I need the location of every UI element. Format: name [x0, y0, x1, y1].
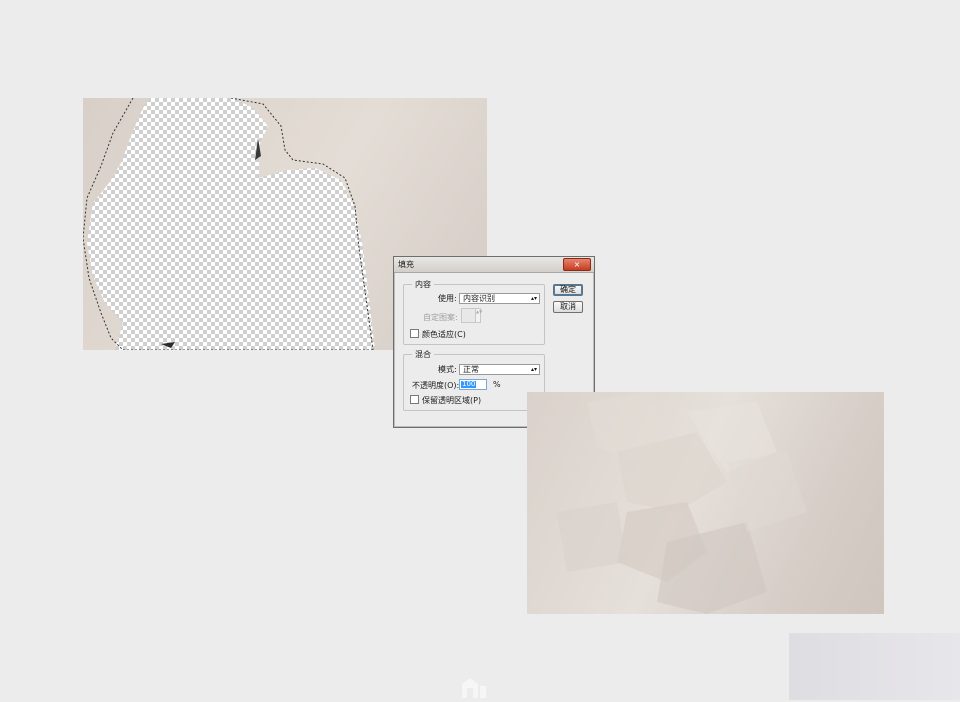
filled-texture [557, 392, 807, 614]
color-adapt-label: 颜色适应(C) [422, 330, 466, 339]
spinner-icon: ▲▼ [475, 308, 482, 323]
corner-shadow [789, 633, 960, 700]
pattern-label: 自定图案: [423, 313, 458, 322]
dropdown-arrow-icon: ▴▾ [530, 366, 537, 373]
cancel-button[interactable]: 取消 [553, 301, 583, 313]
content-group: 内容 使用: 内容识别 ▴▾ 自定图案: ▲▼ 颜色适应(C) [403, 279, 545, 345]
use-label: 使用: [438, 294, 457, 303]
opacity-value: 100 [461, 380, 477, 388]
blending-group: 混合 模式: 正常 ▴▾ 不透明度(O): 100 % 保留透明区域(P) [403, 349, 545, 411]
use-select-value: 内容识别 [463, 294, 495, 303]
blending-legend: 混合 [412, 349, 434, 360]
ok-button[interactable]: 确定 [553, 284, 583, 296]
dropdown-arrow-icon: ▴▾ [530, 295, 537, 302]
canvas-after-fill[interactable] [527, 392, 884, 614]
opacity-input[interactable]: 100 [459, 379, 487, 390]
content-legend: 内容 [412, 279, 434, 290]
site-logo-icon [460, 676, 500, 702]
preserve-transparency-checkbox[interactable] [410, 395, 419, 404]
dialog-titlebar[interactable]: 填充 × [394, 257, 594, 273]
transparent-region [87, 98, 375, 350]
opacity-label: 不透明度(O): [412, 381, 460, 390]
dialog-title: 填充 [398, 260, 414, 269]
mode-label: 模式: [438, 365, 457, 374]
close-button[interactable]: × [563, 258, 591, 271]
preserve-transparency-label: 保留透明区域(P) [422, 396, 482, 405]
color-adapt-checkbox[interactable] [410, 329, 419, 338]
use-select[interactable]: 内容识别 ▴▾ [459, 293, 540, 304]
opacity-unit: % [493, 380, 501, 389]
mode-select-value: 正常 [463, 365, 479, 374]
mode-select[interactable]: 正常 ▴▾ [459, 364, 540, 375]
